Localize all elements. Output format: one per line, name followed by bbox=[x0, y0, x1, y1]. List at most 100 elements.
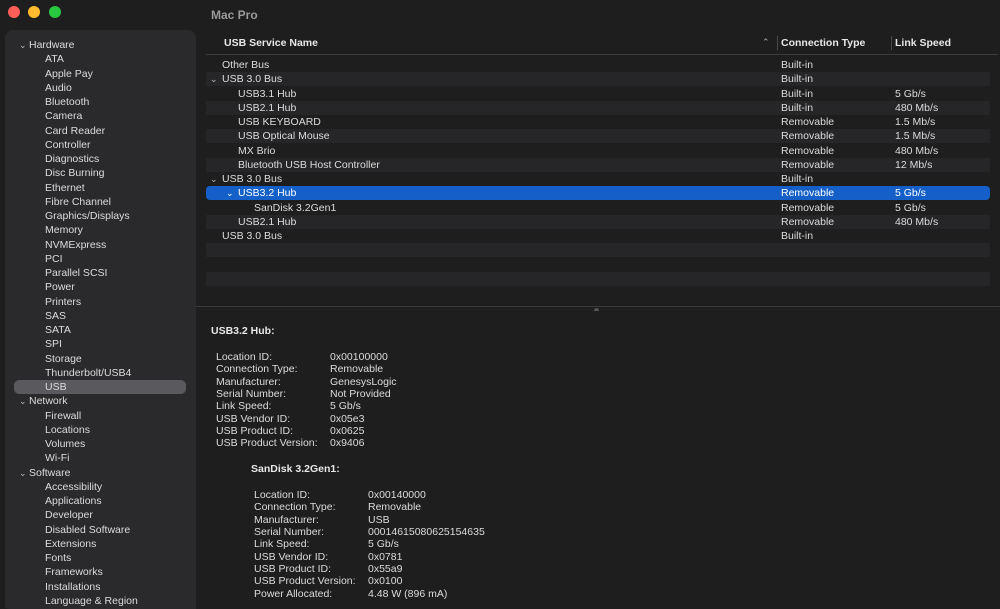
table-row[interactable]: USB Optical Mouse Removable 1.5 Mb/s bbox=[206, 129, 990, 144]
cell-service-name: USB2.1 Hub bbox=[238, 215, 296, 229]
sidebar-item-frameworks[interactable]: Frameworks bbox=[5, 565, 196, 579]
sidebar-item-card-reader[interactable]: Card Reader bbox=[5, 124, 196, 138]
close-window-button[interactable] bbox=[8, 6, 20, 18]
table-row[interactable]: USB 3.0 Bus Built-in bbox=[206, 229, 990, 243]
column-divider[interactable] bbox=[777, 36, 778, 50]
cell-service-name: Other Bus bbox=[222, 58, 269, 72]
column-divider[interactable] bbox=[891, 36, 892, 50]
cell-service-name: ⌄ USB3.2 Hub bbox=[226, 186, 296, 200]
table-row[interactable]: ⌄ USB3.2 Hub Removable 5 Gb/s bbox=[206, 186, 990, 201]
sidebar-item-wi-fi[interactable]: Wi-Fi bbox=[5, 451, 196, 465]
sidebar-category-label: Hardware bbox=[29, 39, 75, 51]
detail-field: Link Speed: 5 Gb/s bbox=[254, 538, 654, 550]
sidebar-item-graphics-displays[interactable]: Graphics/Displays bbox=[5, 209, 196, 223]
table-row[interactable]: USB2.1 Hub Built-in 480 Mb/s bbox=[206, 100, 990, 115]
detail-field-label: USB Product ID: bbox=[254, 563, 332, 576]
sidebar-item-parallel-scsi[interactable]: Parallel SCSI bbox=[5, 266, 196, 280]
sidebar-item-thunderbolt-usb4[interactable]: Thunderbolt/USB4 bbox=[5, 366, 196, 380]
table-row[interactable]: ⌄ USB 3.0 Bus Built-in bbox=[206, 72, 990, 87]
detail-field-label: USB Vendor ID: bbox=[216, 412, 291, 425]
sidebar-item-apple-pay[interactable]: Apple Pay bbox=[5, 67, 196, 81]
sidebar-item-controller[interactable]: Controller bbox=[5, 138, 196, 152]
table-row[interactable]: Bluetooth USB Host Controller Removable 12… bbox=[206, 157, 990, 172]
minimize-window-button[interactable] bbox=[28, 6, 40, 18]
sidebar-item-applications[interactable]: Applications bbox=[5, 494, 196, 508]
sidebar-item-power[interactable]: Power bbox=[5, 280, 196, 294]
detail-field-label: Manufacturer: bbox=[254, 513, 319, 526]
sidebar-item-camera[interactable]: Camera bbox=[5, 109, 196, 123]
service-name-text: USB 3.0 Bus bbox=[222, 230, 283, 242]
detail-field: Serial Number: Not Provided bbox=[216, 388, 616, 400]
chevron-down-icon[interactable]: ⌄ bbox=[19, 394, 29, 408]
sidebar-item-memory[interactable]: Memory bbox=[5, 223, 196, 237]
sidebar-item-ata[interactable]: ATA bbox=[5, 52, 196, 66]
detail-field-value: Removable bbox=[368, 501, 422, 514]
table-row[interactable]: SanDisk 3.2Gen1 Removable 5 Gb/s bbox=[206, 201, 990, 215]
cell-service-name: USB 3.0 Bus bbox=[222, 229, 282, 243]
sidebar-item-nvmexpress[interactable]: NVMExpress bbox=[5, 238, 196, 252]
detail-field-label: Connection Type: bbox=[254, 501, 336, 514]
cell-service-name: ⌄ USB 3.0 Bus bbox=[210, 172, 282, 186]
sidebar-item-sas[interactable]: SAS bbox=[5, 309, 196, 323]
service-name-text: Bluetooth USB Host Controller bbox=[238, 158, 380, 171]
table-row[interactable]: MX Brio Removable 480 Mb/s bbox=[206, 144, 990, 158]
detail-field-value: 0x00140000 bbox=[368, 489, 426, 501]
column-header-link-speed[interactable]: Link Speed bbox=[895, 37, 951, 49]
sidebar-category-network[interactable]: ⌄ Network bbox=[5, 394, 196, 408]
cell-service-name: USB Optical Mouse bbox=[238, 129, 330, 143]
detail-field: USB Product ID: 0x55a9 bbox=[254, 563, 654, 575]
disclosure-chevron-icon[interactable]: ⌄ bbox=[226, 186, 238, 200]
disclosure-chevron-icon[interactable]: ⌄ bbox=[210, 172, 222, 186]
sidebar-item-extensions[interactable]: Extensions bbox=[5, 537, 196, 551]
service-name-text: USB2.1 Hub bbox=[238, 101, 297, 114]
detail-field: USB Product Version: 0x0100 bbox=[254, 575, 654, 587]
sidebar-item-language-region[interactable]: Language & Region bbox=[5, 594, 196, 608]
table-row[interactable]: Other Bus Built-in bbox=[206, 58, 990, 72]
sidebar-item-bluetooth[interactable]: Bluetooth bbox=[5, 95, 196, 109]
sidebar-item-fibre-channel[interactable]: Fibre Channel bbox=[5, 195, 196, 209]
detail-field-value: 0x0625 bbox=[330, 425, 365, 438]
sidebar-item-disc-burning[interactable]: Disc Burning bbox=[5, 166, 196, 180]
sidebar-item-locations[interactable]: Locations bbox=[5, 423, 196, 437]
sidebar-category-software[interactable]: ⌄ Software bbox=[5, 466, 196, 480]
sidebar-item-printers[interactable]: Printers bbox=[5, 295, 196, 309]
sidebar-item-storage[interactable]: Storage bbox=[5, 352, 196, 366]
sidebar-item-sata[interactable]: SATA bbox=[5, 323, 196, 337]
sidebar-item-accessibility[interactable]: Accessibility bbox=[5, 480, 196, 494]
table-row[interactable]: USB KEYBOARD Removable 1.5 Mb/s bbox=[206, 115, 990, 129]
sidebar-item-pci[interactable]: PCI bbox=[5, 252, 196, 266]
sidebar-item-diagnostics[interactable]: Diagnostics bbox=[5, 152, 196, 166]
column-header-connection-type[interactable]: Connection Type bbox=[781, 37, 865, 49]
chevron-down-icon[interactable]: ⌄ bbox=[19, 38, 29, 52]
cell-connection-type: Removable bbox=[781, 130, 835, 143]
table-row[interactable]: USB3.1 Hub Built-in 5 Gb/s bbox=[206, 87, 990, 101]
sidebar-item-firewall[interactable]: Firewall bbox=[5, 409, 196, 423]
cell-connection-type: Built-in bbox=[781, 173, 814, 185]
cell-connection-type: Removable bbox=[781, 116, 835, 128]
table-header: USB Service Name ⌃ Connection Type Link … bbox=[206, 34, 998, 55]
sidebar-item-disabled-software[interactable]: Disabled Software bbox=[5, 523, 196, 537]
detail-field: Power Allocated: 4.48 W (896 mA) bbox=[254, 588, 654, 600]
sidebar-category-hardware[interactable]: ⌄ Hardware bbox=[5, 38, 196, 52]
table-row[interactable]: USB2.1 Hub Removable 480 Mb/s bbox=[206, 214, 990, 229]
zoom-window-button[interactable] bbox=[49, 6, 61, 18]
window-title: Mac Pro bbox=[211, 8, 258, 22]
detail-field-label: USB Product Version: bbox=[216, 437, 318, 450]
detail-field-value: Removable bbox=[330, 363, 384, 376]
sidebar-item-developer[interactable]: Developer bbox=[5, 508, 196, 522]
sidebar-item-ethernet[interactable]: Ethernet bbox=[5, 181, 196, 195]
table-row[interactable]: ⌄ USB 3.0 Bus Built-in bbox=[206, 172, 990, 186]
sidebar-item-usb[interactable]: USB bbox=[5, 380, 196, 394]
detail-field-label: USB Product ID: bbox=[216, 425, 294, 438]
cell-connection-type: Built-in bbox=[781, 73, 814, 86]
sidebar-item-installations[interactable]: Installations bbox=[5, 580, 196, 594]
sidebar-item-fonts[interactable]: Fonts bbox=[5, 551, 196, 565]
detail-field-label: Link Speed: bbox=[254, 538, 310, 551]
sort-chevron-up-icon[interactable]: ⌃ bbox=[762, 37, 770, 48]
sidebar-item-spi[interactable]: SPI bbox=[5, 337, 196, 351]
sidebar-item-volumes[interactable]: Volumes bbox=[5, 437, 196, 451]
disclosure-chevron-icon[interactable]: ⌄ bbox=[210, 72, 222, 86]
sidebar-item-audio[interactable]: Audio bbox=[5, 81, 196, 95]
column-header-usb-service-name[interactable]: USB Service Name bbox=[224, 37, 318, 49]
chevron-down-icon[interactable]: ⌄ bbox=[19, 466, 29, 480]
